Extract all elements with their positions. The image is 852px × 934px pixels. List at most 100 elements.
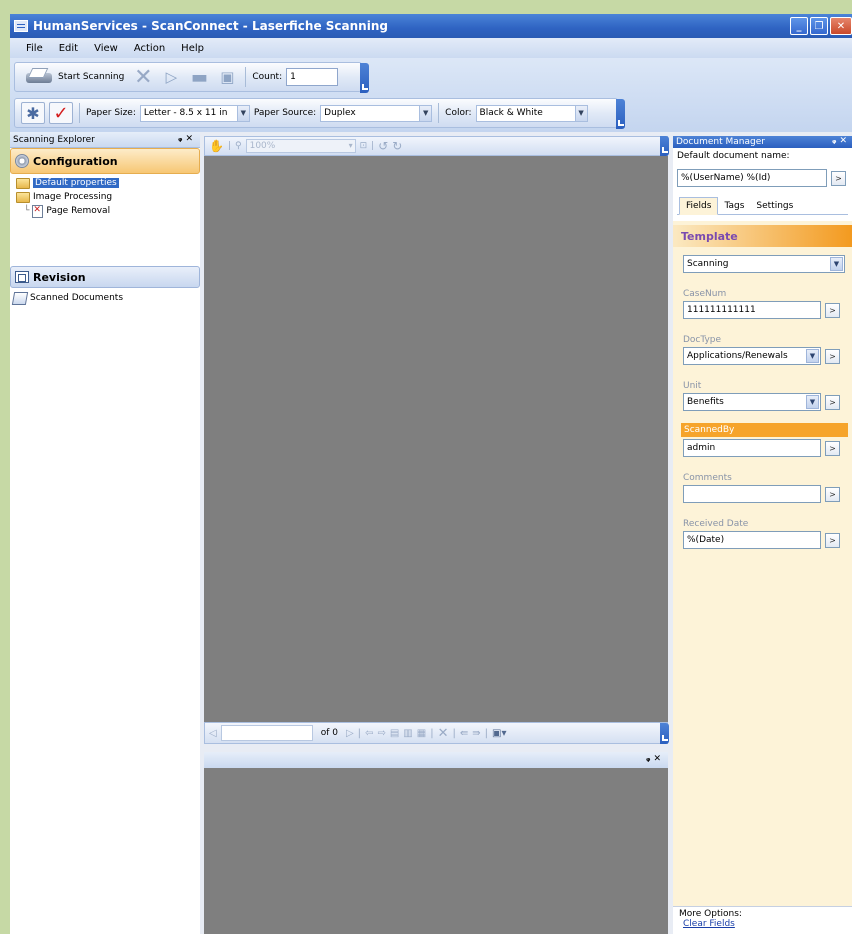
- previous-arrow-icon[interactable]: ⇦: [365, 728, 373, 739]
- scan-toolbar: Start Scanning ✕ ▷ ▬ ▣ Count: 1: [14, 62, 369, 93]
- thumbnail-view-icon[interactable]: ▣▾: [492, 728, 506, 739]
- color-select[interactable]: Black & White ▼: [475, 104, 588, 122]
- tree-item-image-processing[interactable]: Image Processing: [10, 190, 200, 204]
- toolbar-grip[interactable]: [616, 99, 625, 129]
- move-right-icon[interactable]: ⇛: [472, 728, 480, 739]
- doctype-select[interactable]: Applications/Renewals ▼: [683, 347, 821, 365]
- pan-hand-icon[interactable]: ✋: [209, 139, 224, 153]
- template-select[interactable]: Scanning ▼: [683, 255, 845, 273]
- pin-close-icon[interactable]: ᵩ✕: [646, 754, 664, 764]
- paper-size-select[interactable]: Letter - 8.5 x 11 in ▼: [139, 104, 250, 122]
- move-left-icon[interactable]: ⇚: [460, 728, 468, 739]
- more-options-section: More Options: Clear Fields: [673, 906, 852, 934]
- configuration-title: Configuration: [33, 154, 118, 168]
- paper-source-select[interactable]: Duplex ▼: [320, 104, 433, 122]
- next-page-icon[interactable]: ▷: [159, 66, 183, 88]
- tab-settings[interactable]: Settings: [750, 198, 799, 214]
- pin-close-icon[interactable]: ᵩ✕: [832, 136, 850, 146]
- play-icon[interactable]: ▷: [346, 728, 354, 739]
- comments-input[interactable]: [683, 485, 821, 503]
- page-count-label: of 0: [320, 728, 338, 738]
- doctype-value: Applications/Renewals: [687, 351, 788, 361]
- minimize-button[interactable]: _: [790, 17, 808, 35]
- menu-edit[interactable]: Edit: [59, 43, 78, 54]
- token-arrow-button[interactable]: >: [831, 170, 846, 186]
- comments-label: Comments: [683, 473, 732, 483]
- menu-view[interactable]: View: [94, 43, 118, 54]
- tab-fields[interactable]: Fields: [679, 197, 719, 215]
- scanner-icon: [24, 67, 54, 87]
- chevron-down-icon: ▼: [574, 105, 587, 121]
- toolbar-separator: |: [452, 727, 456, 739]
- menu-action[interactable]: Action: [134, 43, 165, 54]
- tree-item-page-removal[interactable]: └ Page Removal: [10, 204, 200, 218]
- document-viewer[interactable]: [204, 156, 668, 722]
- delete-icon[interactable]: ✕: [438, 726, 449, 741]
- casenum-input[interactable]: 111111111111: [683, 301, 821, 319]
- close-button[interactable]: ✕: [830, 17, 852, 35]
- token-arrow-button[interactable]: >: [825, 440, 840, 456]
- toolbar-separator: |: [357, 727, 362, 739]
- folder-icon: [16, 191, 30, 203]
- page-number-input[interactable]: [220, 725, 313, 741]
- rotate-left-icon[interactable]: ↺: [378, 139, 388, 153]
- tab-tags[interactable]: Tags: [718, 198, 750, 214]
- token-arrow-button[interactable]: >: [825, 532, 840, 548]
- tree-line-icon: └: [24, 206, 30, 216]
- checkmark-icon[interactable]: ✓: [49, 102, 73, 124]
- fit-icon[interactable]: ⊡: [360, 141, 368, 151]
- toolbar-grip[interactable]: [660, 136, 669, 156]
- token-arrow-button[interactable]: >: [825, 486, 840, 502]
- menu-bar: File Edit View Action Help: [10, 38, 852, 58]
- page-removal-icon: [32, 204, 44, 218]
- toolbar-grip[interactable]: [660, 723, 669, 744]
- replace-page-icon[interactable]: ▦: [417, 728, 426, 739]
- next-arrow-icon[interactable]: ⇨: [377, 728, 385, 739]
- document-manager-title: Document Manager: [676, 137, 765, 147]
- stop-icon[interactable]: ✕: [131, 65, 155, 90]
- token-arrow-button[interactable]: >: [825, 348, 840, 364]
- revision-title: Revision: [33, 270, 86, 284]
- count-input[interactable]: 1: [286, 68, 339, 86]
- token-arrow-button[interactable]: >: [825, 302, 840, 318]
- unit-select[interactable]: Benefits ▼: [683, 393, 821, 411]
- menu-file[interactable]: File: [26, 43, 43, 54]
- append-page-icon[interactable]: ▥: [403, 728, 412, 739]
- title-bar: HumanServices - ScanConnect - Laserfiche…: [10, 14, 852, 38]
- restore-button[interactable]: ❐: [810, 17, 828, 35]
- received-date-input[interactable]: %(Date): [683, 531, 821, 549]
- default-name-input[interactable]: %(UserName) %(Id): [677, 169, 827, 187]
- rotate-right-icon[interactable]: ↻: [392, 139, 402, 153]
- template-value: Scanning: [687, 259, 729, 269]
- configuration-section[interactable]: Configuration: [10, 148, 200, 174]
- zoom-select[interactable]: 100%: [245, 139, 356, 153]
- properties-icon[interactable]: ✱: [21, 102, 45, 124]
- chevron-down-icon: ▼: [806, 349, 819, 363]
- toolbar-separator: |: [430, 727, 434, 739]
- clear-fields-link[interactable]: Clear Fields: [683, 919, 846, 929]
- tree-item-default-properties[interactable]: Default properties: [10, 176, 200, 190]
- toolbar-grip[interactable]: [360, 63, 369, 93]
- default-name-label: Default document name:: [677, 151, 790, 161]
- start-scanning-button[interactable]: Start Scanning: [21, 66, 127, 88]
- paper-size-value: Letter - 8.5 x 11 in: [143, 108, 228, 118]
- scannedby-label: ScannedBy: [681, 423, 848, 437]
- revision-item-scanned-documents[interactable]: Scanned Documents: [10, 291, 200, 305]
- token-arrow-button[interactable]: >: [825, 394, 840, 410]
- insert-page-icon[interactable]: ▤: [390, 728, 399, 739]
- scannedby-input[interactable]: admin: [683, 439, 821, 457]
- zoom-icon[interactable]: ⚲: [235, 141, 242, 151]
- menu-help[interactable]: Help: [181, 43, 204, 54]
- thumbnail-pane[interactable]: [204, 768, 668, 934]
- pin-close-icon[interactable]: ᵩ✕: [178, 134, 196, 144]
- printer-icon[interactable]: ▬: [187, 66, 211, 88]
- document-manager-panel: Document Manager ᵩ✕ Default document nam…: [673, 136, 852, 934]
- scanning-explorer-title: Scanning Explorer: [13, 134, 95, 145]
- toolbar-area: Start Scanning ✕ ▷ ▬ ▣ Count: 1 ✱ ✓ Pape…: [10, 58, 852, 132]
- revision-section[interactable]: Revision: [10, 266, 200, 288]
- scanned-documents-icon: [11, 291, 29, 305]
- unit-value: Benefits: [687, 397, 724, 407]
- scroll-left-icon[interactable]: ◁: [209, 728, 217, 739]
- document-manager-header: Document Manager ᵩ✕: [673, 136, 852, 148]
- image-icon[interactable]: ▣: [215, 66, 239, 88]
